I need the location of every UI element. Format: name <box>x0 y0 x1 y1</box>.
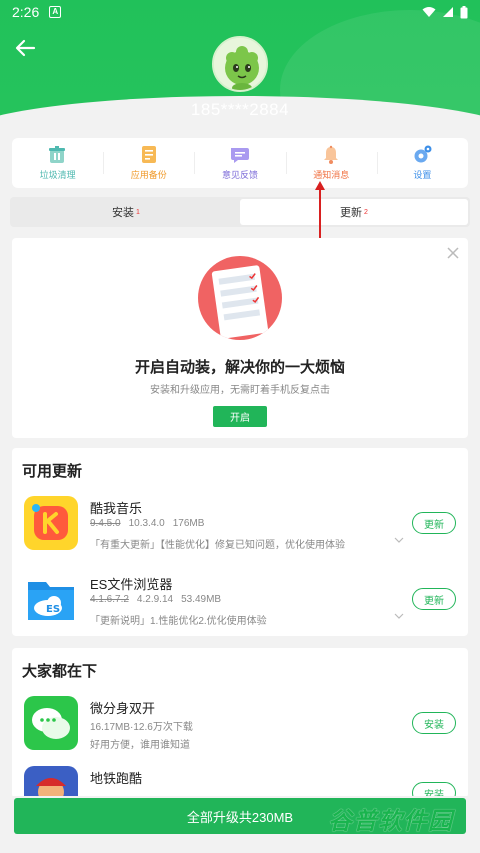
tool-label: 意见反馈 <box>222 170 259 180</box>
tool-trash-clean[interactable]: 垃圾清理 <box>12 138 103 188</box>
tab-count: 1 <box>136 208 140 216</box>
status-time: 2:26 <box>12 4 40 20</box>
app-versions: 9.4.5.0 10.3.4.0 176MB <box>90 518 212 529</box>
tab-install[interactable]: 安装 1 <box>12 199 240 225</box>
tool-settings[interactable]: 设置 <box>376 138 468 188</box>
update-description: 「更新说明」1.性能优化2.优化使用体验 <box>90 616 267 627</box>
update-button[interactable]: 更新 <box>412 512 456 534</box>
app-description: 好用方便，谁用谁知道 <box>90 740 190 751</box>
new-version: 10.3.4.0 <box>128 518 165 529</box>
enable-auto-install-button[interactable]: 开启 <box>213 406 267 427</box>
trash-clean-icon <box>48 146 65 163</box>
status-bar: 2:26 A <box>0 0 480 24</box>
gear-icon <box>414 145 432 163</box>
popular-downloads-card: 大家都在下 微分身双开 16.17MB·12.6万次下载 好用方便，谁用谁知道 … <box>12 648 468 798</box>
app-size: 53.49MB <box>181 594 222 605</box>
app-name: ES文件浏览器 <box>90 577 173 592</box>
battery-icon <box>460 5 468 18</box>
app-name: 酷我音乐 <box>90 501 143 516</box>
tools-row: 垃圾清理 应用备份 意见反馈 通知消息 设置 <box>12 138 468 188</box>
update-button[interactable]: 更新 <box>412 588 456 610</box>
chevron-down-icon[interactable] <box>394 612 404 620</box>
feedback-icon <box>231 148 249 163</box>
list-item[interactable]: 地铁跑酷 安装 <box>12 766 468 798</box>
promo-title: 开启自动装，解决你的一大烦恼 <box>134 359 345 376</box>
promo-subtitle: 安装和升级应用，无需盯着手机反复点击 <box>150 385 330 396</box>
tool-label: 设置 <box>413 170 432 180</box>
site-watermark: 谷普软件园 <box>328 800 470 836</box>
kuwo-app-icon <box>24 496 78 550</box>
app-backup-icon <box>141 146 156 163</box>
subway-surfers-app-icon <box>24 766 78 798</box>
new-version: 4.2.9.14 <box>136 594 174 605</box>
close-icon[interactable] <box>446 246 460 260</box>
svg-text:ES: ES <box>46 604 60 615</box>
tool-app-backup[interactable]: 应用备份 <box>103 138 194 188</box>
annotation-arrow-icon <box>315 181 325 238</box>
tool-label: 应用备份 <box>130 170 167 180</box>
tool-label: 垃圾清理 <box>39 170 76 180</box>
tab-count: 2 <box>364 208 368 216</box>
wifi-icon <box>422 7 436 17</box>
section-title: 可用更新 <box>22 463 83 480</box>
watermark-text: 谷普软件园 <box>328 807 453 835</box>
tool-feedback[interactable]: 意见反馈 <box>194 138 285 188</box>
user-phone: 185****2884 <box>190 100 290 119</box>
section-title: 大家都在下 <box>22 663 98 680</box>
notification-icon: A <box>49 6 62 18</box>
es-file-explorer-icon: ES <box>24 572 78 626</box>
auto-install-promo: 开启自动装，解决你的一大烦恼 安装和升级应用，无需盯着手机反复点击 开启 <box>12 238 468 438</box>
tab-label: 更新 <box>340 207 363 219</box>
tool-notifications[interactable]: 通知消息 <box>285 138 377 188</box>
tab-label: 安装 <box>112 207 135 219</box>
back-arrow-icon[interactable] <box>12 36 40 60</box>
list-item[interactable]: ES ES文件浏览器 4.1.6.7.2 4.2.9.14 53.49MB 「更新说… <box>12 572 468 642</box>
install-update-tabs: 安装 1 更新 2 <box>10 197 470 227</box>
bell-icon <box>324 145 339 164</box>
app-name: 微分身双开 <box>90 701 156 716</box>
tab-update[interactable]: 更新 2 <box>240 199 468 225</box>
app-versions: 4.1.6.7.2 4.2.9.14 53.49MB <box>90 594 229 605</box>
list-item[interactable]: 微分身双开 16.17MB·12.6万次下载 好用方便，谁用谁知道 安装 <box>12 696 468 766</box>
update-description: 「有重大更新」【性能优化】修复已知问题，优化使用体验 <box>90 540 345 551</box>
install-button[interactable]: 安装 <box>412 712 456 734</box>
weifenshen-app-icon <box>24 696 78 750</box>
app-meta: 16.17MB·12.6万次下载 <box>90 722 193 733</box>
promo-illustration <box>198 256 282 340</box>
app-name: 地铁跑酷 <box>90 771 143 786</box>
old-version: 4.1.6.7.2 <box>90 594 129 605</box>
list-item[interactable]: 酷我音乐 9.4.5.0 10.3.4.0 176MB 「有重大更新」【性能优化】修… <box>12 496 468 566</box>
old-version: 9.4.5.0 <box>90 518 121 529</box>
available-updates-card: 可用更新 酷我音乐 9.4.5.0 10.3.4.0 176MB 「有重大更新」【性… <box>12 448 468 636</box>
avatar[interactable] <box>212 36 268 92</box>
chevron-down-icon[interactable] <box>394 536 404 544</box>
signal-icon <box>443 7 453 17</box>
app-size: 176MB <box>172 518 205 529</box>
